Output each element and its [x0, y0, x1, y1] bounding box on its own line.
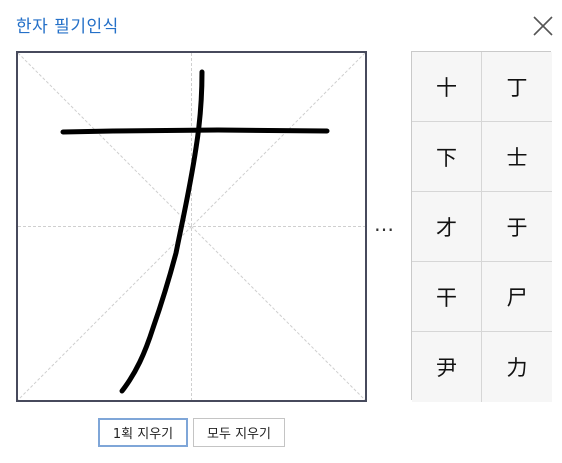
candidate-char[interactable]: 于	[482, 192, 552, 262]
candidate-char[interactable]: 尸	[482, 262, 552, 332]
candidate-char[interactable]: 下	[412, 122, 482, 192]
ink-stroke-hook	[119, 69, 205, 394]
canvas-svg	[18, 53, 365, 400]
handwriting-canvas[interactable]	[16, 51, 367, 402]
clear-all-button[interactable]: 모두 지우기	[193, 418, 285, 447]
candidate-grid: 十 丁 下 士 才 于 干 尸 尹 力	[411, 51, 552, 402]
close-icon[interactable]	[532, 15, 554, 37]
dialog-title: 한자 필기인식	[16, 17, 119, 37]
candidate-char[interactable]: 力	[482, 332, 552, 402]
ink-stroke-horizontal	[60, 127, 330, 135]
undo-stroke-button[interactable]: 1획 지우기	[98, 418, 188, 447]
candidate-char[interactable]: 十	[412, 52, 482, 122]
handwriting-dialog: 한자 필기인식 … 十 丁 下 士 才 于 干 尸 尹 力 1획 지우기 모두 …	[0, 0, 562, 463]
more-candidates-indicator[interactable]: …	[374, 214, 395, 234]
candidate-char[interactable]: 尹	[412, 332, 482, 402]
candidate-char[interactable]: 士	[482, 122, 552, 192]
candidate-char[interactable]: 干	[412, 262, 482, 332]
ink-strokes	[60, 69, 330, 394]
candidate-char[interactable]: 才	[412, 192, 482, 262]
guide-lines	[18, 53, 365, 400]
candidate-char[interactable]: 丁	[482, 52, 552, 122]
